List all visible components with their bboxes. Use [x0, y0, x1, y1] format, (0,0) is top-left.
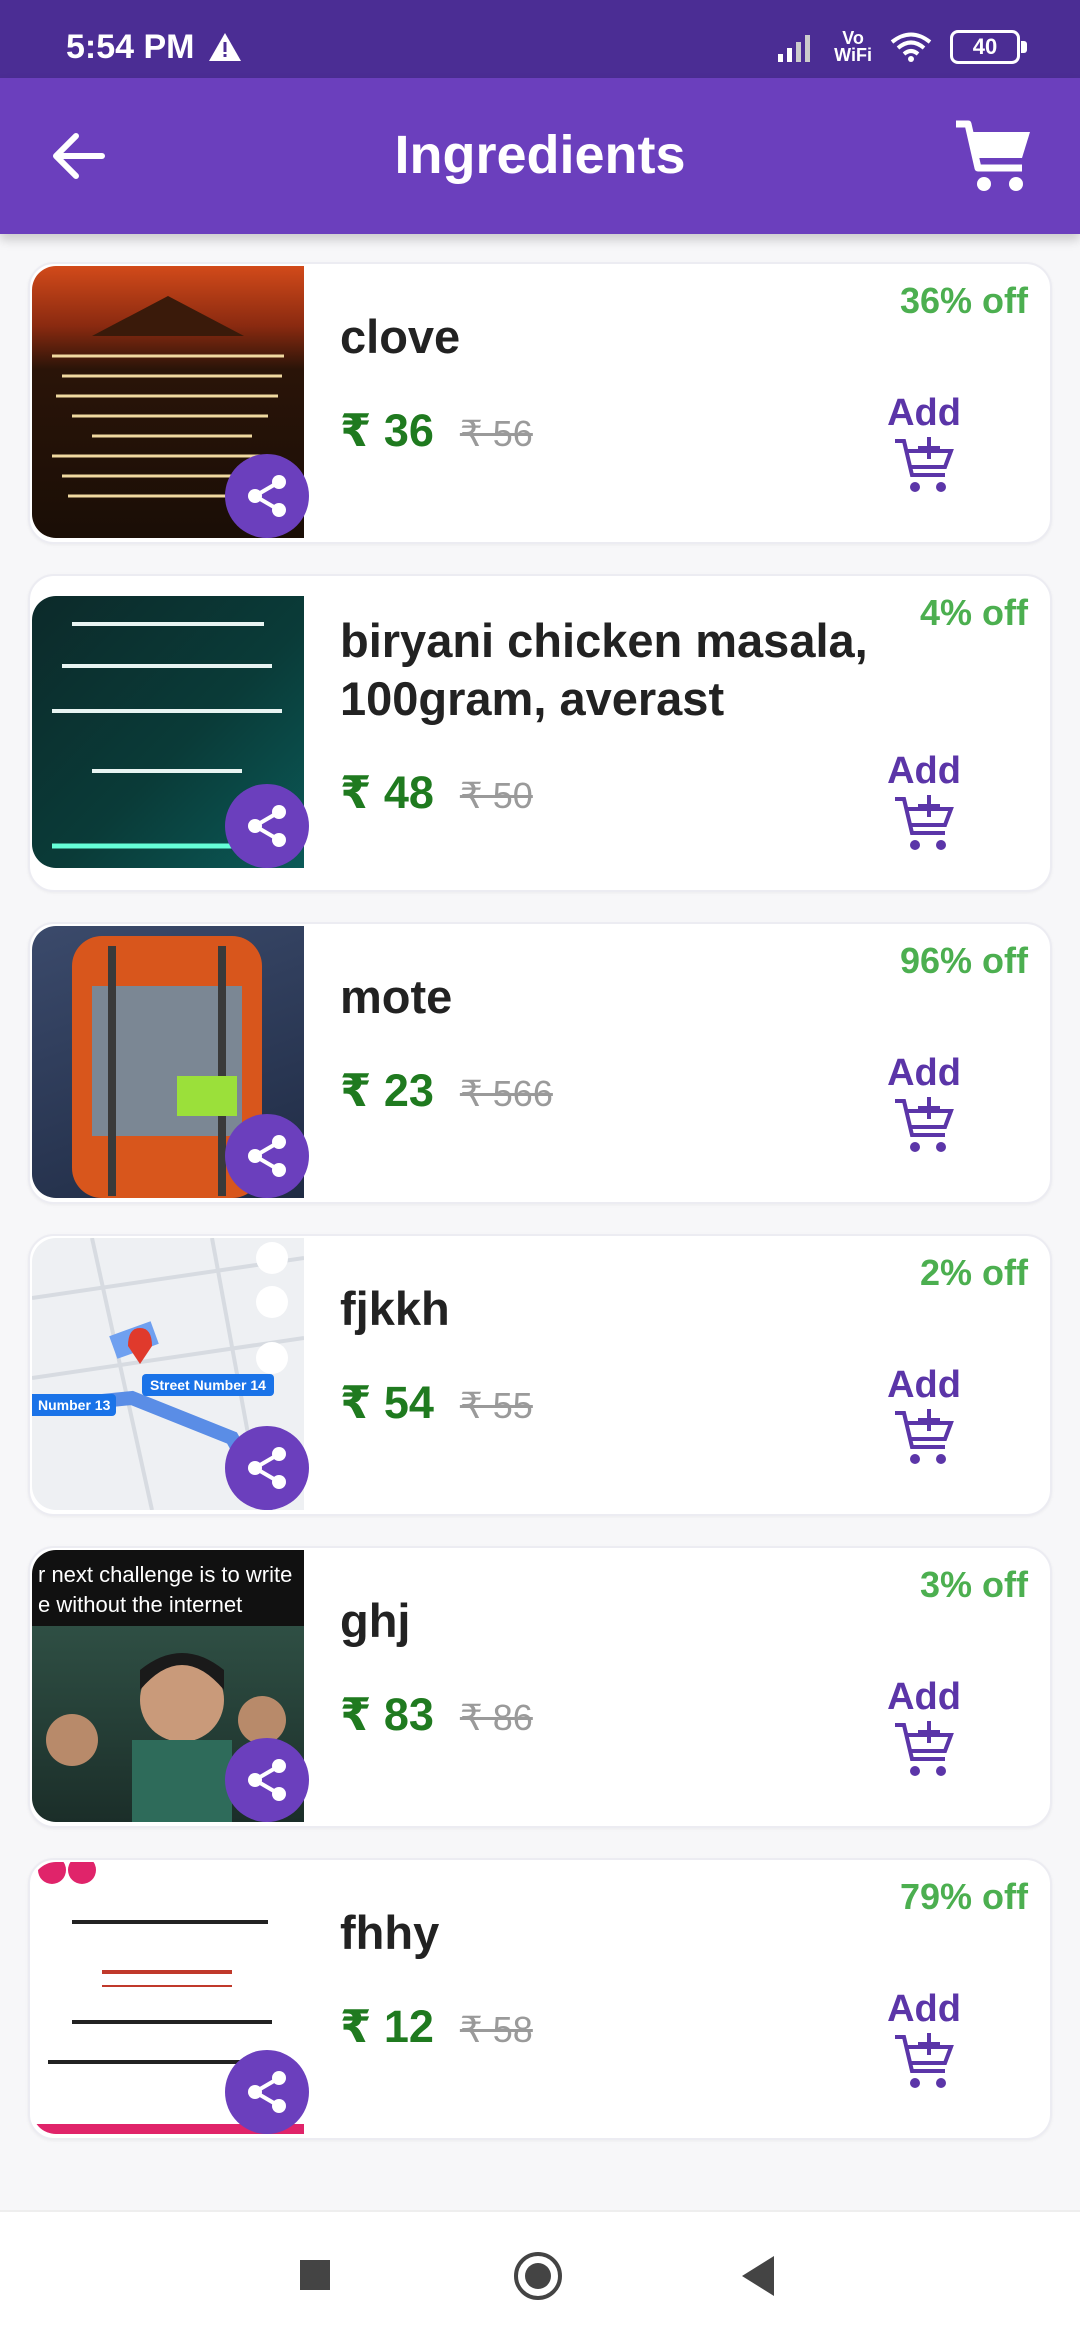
product-mrp: ₹ 55	[459, 1385, 533, 1426]
product-name: fjkkh	[340, 1282, 450, 1335]
discount-badge: 96% off	[899, 940, 1028, 981]
share-button[interactable]	[225, 1426, 309, 1510]
share-button[interactable]	[225, 454, 309, 538]
product-name: ghj	[340, 1594, 411, 1647]
cart-plus-icon	[895, 2033, 954, 2088]
status-time: 5:54 PM	[66, 28, 195, 66]
add-label: Add	[887, 750, 961, 792]
product-price: ₹ 83	[340, 1689, 434, 1740]
add-to-cart-button[interactable]: Add	[864, 1988, 984, 2091]
share-button[interactable]	[225, 784, 309, 868]
product-card[interactable]: clove ₹ 36 ₹ 56 36% off Add	[28, 262, 1052, 544]
system-back-button[interactable]	[742, 2256, 774, 2296]
add-to-cart-button[interactable]: Add	[864, 1052, 984, 1155]
product-card[interactable]: mote ₹ 23 ₹ 566 96% off Add	[28, 922, 1052, 1204]
share-icon	[248, 1759, 286, 1801]
product-mrp: ₹ 86	[459, 1697, 533, 1738]
product-mrp: ₹ 58	[459, 2009, 533, 2050]
share-icon	[248, 475, 286, 517]
share-icon	[248, 1135, 286, 1177]
price-row: ₹ 48 ₹ 50	[340, 766, 533, 819]
cart-plus-icon	[895, 1097, 954, 1152]
product-name: biryani chicken masala, 100gram, averast	[340, 614, 868, 725]
product-mrp: ₹ 566	[459, 1073, 553, 1114]
add-label: Add	[887, 1676, 961, 1718]
add-label: Add	[887, 392, 961, 434]
add-to-cart-button[interactable]: Add	[864, 392, 984, 495]
cart-plus-icon	[895, 437, 954, 492]
product-mrp: ₹ 50	[459, 775, 533, 816]
add-to-cart-button[interactable]: Add	[864, 1364, 984, 1467]
app-bar: Ingredients	[0, 78, 1080, 234]
discount-badge: 36% off	[899, 280, 1028, 321]
home-button[interactable]	[514, 2252, 562, 2300]
product-list: clove ₹ 36 ₹ 56 36% off Add biryani chic…	[28, 262, 1052, 2170]
system-nav-bar	[0, 2210, 1080, 2342]
map-street-label: Street Number 14	[142, 1374, 274, 1396]
share-icon	[248, 1447, 286, 1489]
share-button[interactable]	[225, 2050, 309, 2134]
price-row: ₹ 83 ₹ 86	[340, 1688, 533, 1741]
price-row: ₹ 36 ₹ 56	[340, 404, 533, 457]
product-name: mote	[340, 970, 453, 1023]
product-card[interactable]: r next challenge is to write e without t…	[28, 1546, 1052, 1828]
add-to-cart-button[interactable]: Add	[864, 1676, 984, 1779]
price-row: ₹ 23 ₹ 566	[340, 1064, 553, 1117]
add-to-cart-button[interactable]: Add	[864, 750, 984, 853]
discount-badge: 2% off	[920, 1252, 1028, 1293]
product-price: ₹ 23	[340, 1065, 434, 1116]
share-button[interactable]	[225, 1738, 309, 1822]
discount-badge: 3% off	[920, 1564, 1028, 1605]
cart-plus-icon	[895, 1721, 954, 1776]
cart-plus-icon	[895, 1409, 954, 1464]
share-icon	[248, 2071, 286, 2113]
price-row: ₹ 54 ₹ 55	[340, 1376, 533, 1429]
recents-button[interactable]	[300, 2260, 330, 2290]
product-name: clove	[340, 310, 461, 363]
share-button[interactable]	[225, 1114, 309, 1198]
share-icon	[248, 805, 286, 847]
battery-icon: 40	[950, 30, 1027, 64]
product-mrp: ₹ 56	[459, 413, 533, 454]
vowifi-label: Vo WiFi	[834, 28, 872, 65]
discount-badge: 4% off	[920, 592, 1028, 633]
page-title: Ingredients	[394, 125, 686, 185]
battery-level: 40	[972, 34, 998, 59]
map-road-label: Number 13	[32, 1394, 117, 1416]
cart-icon[interactable]	[954, 118, 1034, 194]
status-icons: Vo WiFi 40	[776, 28, 1027, 65]
add-label: Add	[887, 1052, 961, 1094]
add-label: Add	[887, 1364, 961, 1406]
discount-badge: 79% off	[899, 1876, 1028, 1917]
product-card[interactable]: Street Number 14 Number 13 fjkkh ₹ 54 ₹ …	[28, 1234, 1052, 1516]
signal-icon	[778, 35, 811, 62]
product-name: fhhy	[340, 1906, 440, 1959]
price-row: ₹ 12 ₹ 58	[340, 2000, 533, 2053]
status-bar: 5:54 PM Vo WiFi 40	[0, 0, 1080, 78]
product-price: ₹ 12	[340, 2001, 434, 2052]
add-label: Add	[887, 1988, 961, 2030]
product-card[interactable]: biryani chicken masala, 100gram, averast…	[28, 574, 1052, 892]
product-price: ₹ 54	[340, 1377, 434, 1428]
wifi-icon	[890, 32, 932, 62]
product-price: ₹ 48	[340, 767, 434, 818]
product-card[interactable]: fhhy ₹ 12 ₹ 58 79% off Add	[28, 1858, 1052, 2140]
cart-plus-icon	[895, 795, 954, 850]
product-price: ₹ 36	[340, 405, 434, 456]
warning-icon	[209, 33, 241, 61]
